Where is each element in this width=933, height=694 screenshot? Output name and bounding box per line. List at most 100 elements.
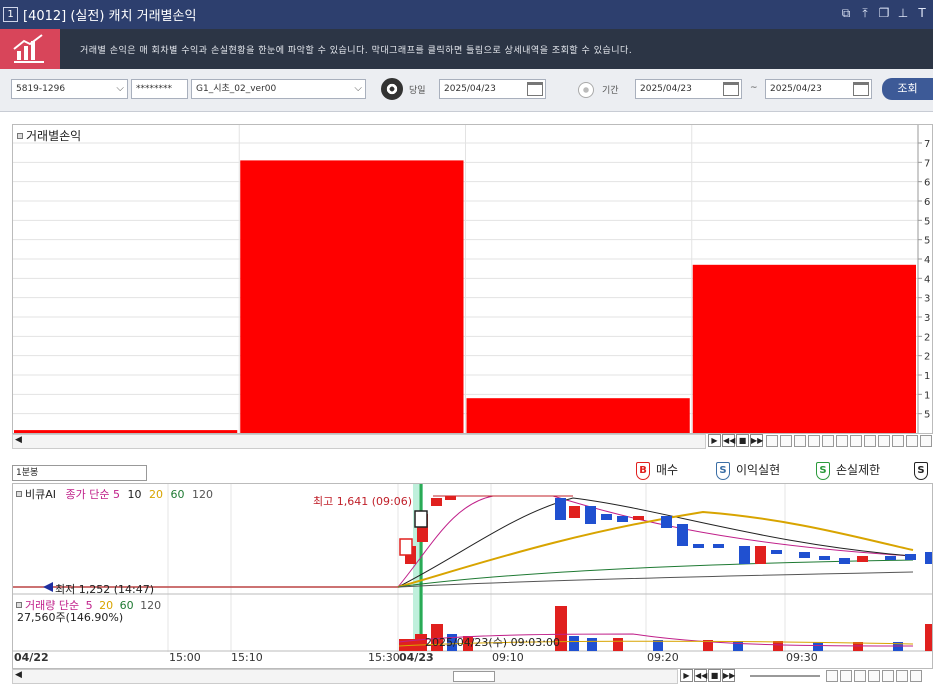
candle: [755, 546, 766, 564]
time-label: 04/23: [399, 651, 434, 664]
range-separator: ~: [750, 83, 758, 93]
today-label: 당일: [409, 86, 426, 96]
pnl-bar[interactable]: [14, 430, 238, 433]
strategy-select[interactable]: G1_시초_02_ver00 ⌵: [191, 79, 366, 99]
wave-icon[interactable]: [836, 435, 848, 447]
stop-icon[interactable]: ■: [736, 434, 749, 447]
settings-icon[interactable]: [840, 670, 852, 682]
to-date-field[interactable]: 2025/04/23: [765, 79, 872, 99]
trade-pnl-plot[interactable]: 7 7 6 6 5 5 4 4 3 3 2 2 1 1 5: [13, 125, 932, 433]
account-select[interactable]: 5819-1296 ⌵: [11, 79, 128, 99]
save-icon[interactable]: [906, 435, 918, 447]
candle: [713, 544, 724, 548]
time-label: 15:30: [368, 651, 400, 664]
today-date-value: 2025/04/23: [444, 84, 496, 94]
calendar-icon[interactable]: [527, 82, 543, 96]
restore-icon[interactable]: ⧉: [839, 6, 853, 21]
ma120-line: [397, 571, 914, 588]
legend-buy[interactable]: B 매수: [636, 457, 678, 483]
scroll-left-icon[interactable]: ◀: [15, 670, 22, 680]
stop-loss-icon: S: [816, 461, 830, 480]
target-icon[interactable]: [381, 78, 403, 100]
save-icon[interactable]: [896, 670, 908, 682]
candle: [633, 516, 644, 520]
font-icon[interactable]: T: [915, 6, 929, 21]
time-label: 09:20: [647, 651, 679, 664]
query-toolbar: 5819-1296 ⌵ ******** G1_시초_02_ver00 ⌵ 당일…: [0, 69, 933, 112]
eraser-icon[interactable]: [864, 435, 876, 447]
play-icon[interactable]: ▶: [708, 434, 721, 447]
zoom-icon[interactable]: [826, 670, 838, 682]
ma-period-10: 10: [127, 488, 142, 501]
today-date-field[interactable]: 2025/04/23: [439, 79, 546, 99]
scroll-left-icon[interactable]: ◀: [15, 435, 22, 445]
buy-marker-icon: [399, 538, 413, 556]
price-chart[interactable]: 비큐AI 종가 단순 5 10 20 60 120 최고 1,641 (09:0…: [12, 483, 933, 669]
grid-icon[interactable]: [794, 435, 806, 447]
cross-icon[interactable]: [850, 435, 862, 447]
window-title: [4012] (실전) 캐치 거래별손익: [23, 9, 197, 24]
stop-icon[interactable]: ■: [708, 669, 721, 682]
pnl-bar[interactable]: [240, 160, 464, 433]
zoom-icon[interactable]: [766, 435, 778, 447]
fast-forward-icon[interactable]: ▶▶: [722, 669, 735, 682]
chart-title-text: 거래별손익: [26, 129, 82, 143]
candle: [925, 552, 932, 564]
candle: [905, 554, 916, 560]
print-icon[interactable]: [892, 435, 904, 447]
settings-icon[interactable]: [878, 435, 890, 447]
time-label: 09:10: [492, 651, 524, 664]
legend-stop-loss[interactable]: S 손실제한: [816, 457, 880, 483]
copy-icon[interactable]: ❐: [877, 6, 891, 21]
time-label: 04/22: [14, 651, 49, 664]
candle: [445, 496, 456, 500]
from-date-field[interactable]: 2025/04/23: [635, 79, 742, 99]
pin-icon[interactable]: ⤒: [858, 6, 872, 21]
y-tick-label: 5: [924, 216, 930, 227]
line-icon[interactable]: [822, 435, 834, 447]
stock-name: 비큐AI: [25, 488, 57, 501]
ma-period-20: 20: [149, 488, 163, 501]
volume-bar: [733, 641, 743, 651]
scroll-thumb[interactable]: [453, 671, 495, 682]
search-icon[interactable]: [920, 435, 932, 447]
draw-icon[interactable]: [808, 435, 820, 447]
draw-icon[interactable]: [854, 670, 866, 682]
pnl-bar[interactable]: [466, 398, 690, 433]
search-icon[interactable]: [910, 670, 922, 682]
candle: [771, 550, 782, 554]
play-icon[interactable]: ▶: [680, 669, 693, 682]
pnl-bar[interactable]: [692, 264, 916, 433]
period-radio[interactable]: [578, 82, 594, 98]
candle: [839, 558, 850, 564]
trade-pnl-chart[interactable]: 7 7 6 6 5 5 4 4 3 3 2 2 1 1 5 거래별손익: [12, 124, 933, 434]
candle: [569, 506, 580, 518]
candle: [585, 506, 596, 524]
take-profit-icon: S: [716, 461, 730, 480]
legend-take-profit[interactable]: S 이익실현: [716, 457, 780, 483]
candle: [799, 552, 810, 558]
calendar-icon[interactable]: [723, 82, 739, 96]
clip-icon[interactable]: ⊥: [896, 6, 910, 21]
y-tick-label: 7: [924, 158, 930, 169]
fast-forward-icon[interactable]: ▶▶: [750, 434, 763, 447]
volume-bar: [773, 641, 783, 651]
zoom-slider[interactable]: [750, 675, 820, 677]
password-field[interactable]: ********: [131, 79, 188, 99]
grid-icon[interactable]: [868, 670, 880, 682]
lower-scrollbar[interactable]: ◀: [12, 669, 678, 684]
legend-sell[interactable]: S: [914, 457, 933, 483]
account-value: 5819-1296: [16, 84, 66, 94]
time-label: 09:30: [786, 651, 818, 664]
interval-tab[interactable]: 1분봉: [12, 465, 147, 481]
rewind-icon[interactable]: ◀◀: [694, 669, 707, 682]
upper-scrollbar[interactable]: ◀: [12, 434, 706, 449]
calendar-icon[interactable]: [853, 82, 869, 96]
y-tick-label: 4: [924, 255, 930, 266]
fit-icon[interactable]: [780, 435, 792, 447]
candle: [431, 498, 442, 506]
print-icon[interactable]: [882, 670, 894, 682]
query-button[interactable]: 조회: [882, 78, 933, 100]
rewind-icon[interactable]: ◀◀: [722, 434, 735, 447]
y-tick-label: 3: [924, 294, 930, 305]
